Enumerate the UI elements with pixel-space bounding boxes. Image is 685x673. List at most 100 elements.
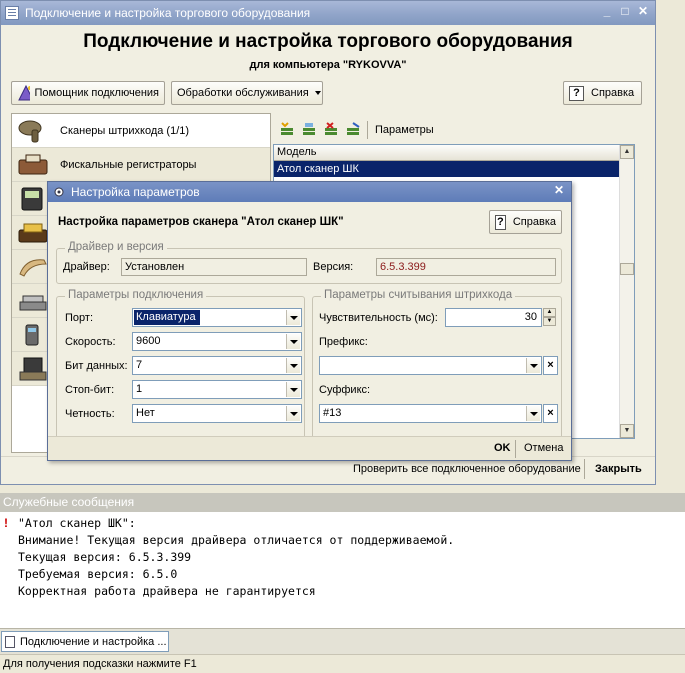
help-icon: ?: [495, 214, 506, 230]
minimize-button[interactable]: _: [599, 5, 615, 20]
suffix-clear-icon[interactable]: ×: [543, 404, 558, 423]
prefix-select[interactable]: [319, 356, 542, 375]
check-all-button[interactable]: Проверить все подключенное оборудование: [353, 463, 581, 475]
message-line: Требуемая версия: 6.5.0: [18, 567, 178, 581]
stopbit-select[interactable]: 1: [132, 380, 302, 399]
dialog-heading: Настройка параметров сканера "Атол скане…: [58, 216, 344, 228]
service-processing-label: Обработки обслуживания: [177, 87, 309, 99]
data-terminal-icon: [21, 187, 43, 210]
connection-wizard-button[interactable]: Помощник подключения: [11, 81, 165, 105]
port-label: Порт:: [65, 312, 93, 324]
chevron-down-icon[interactable]: [286, 334, 300, 349]
stopbit-value: 1: [136, 383, 143, 395]
version-label: Версия:: [313, 261, 354, 273]
help-button[interactable]: ? Справка: [563, 81, 642, 105]
pos-terminal-icon: [19, 357, 47, 380]
device-item-scanners[interactable]: Сканеры штрихкода (1/1): [12, 114, 270, 148]
sensitivity-stepper[interactable]: ▲ ▼: [543, 308, 556, 327]
close-window-button[interactable]: Закрыть: [595, 463, 642, 475]
parity-select[interactable]: Нет: [132, 404, 302, 423]
driver-status-field: Установлен: [121, 258, 307, 276]
service-processing-dropdown[interactable]: Обработки обслуживания: [171, 81, 323, 105]
messages-title: Служебные сообщения: [0, 493, 685, 512]
receipt-printer-icon: [25, 324, 39, 345]
dialog-title: Настройка параметров: [71, 185, 200, 199]
page-subtitle: для компьютера "RYKOVVA": [249, 59, 407, 71]
parity-value: Нет: [136, 407, 155, 419]
device-item-fiscal[interactable]: Фискальные регистраторы: [12, 148, 270, 182]
barcode-scanner-icon: [18, 120, 42, 142]
scroll-thumb[interactable]: [620, 263, 634, 275]
delete-row-icon[interactable]: [323, 122, 339, 138]
scroll-down-icon[interactable]: ▼: [620, 424, 634, 438]
add-row-icon[interactable]: [279, 122, 295, 138]
chevron-down-icon[interactable]: [526, 406, 540, 421]
message-line: Текущая версия: 6.5.3.399: [18, 550, 192, 564]
edit-row-icon[interactable]: [345, 122, 361, 138]
dialog-help-button[interactable]: ? Справка: [489, 210, 562, 234]
sensitivity-label: Чувствительность (мс):: [319, 312, 438, 324]
driver-label: Драйвер:: [63, 261, 110, 273]
taskbar-item[interactable]: Подключение и настройка ...: [1, 631, 169, 652]
column-header-model[interactable]: Модель: [274, 145, 634, 161]
taskbar-item-label: Подключение и настройка ...: [20, 635, 167, 648]
dialog-titlebar[interactable]: Настройка параметров ✕: [48, 182, 571, 202]
message-line: Корректная работа драйвера не гарантируе…: [18, 584, 316, 598]
sensitivity-input[interactable]: 30: [445, 308, 542, 327]
driver-group: Драйвер и версия Драйвер: Установлен Вер…: [56, 241, 562, 284]
spin-down-icon[interactable]: ▼: [543, 317, 556, 326]
dialog-body: Настройка параметров сканера "Атол скане…: [48, 202, 571, 460]
chevron-down-icon: [314, 91, 321, 95]
suffix-select[interactable]: #13: [319, 404, 542, 423]
window-taskbar: Подключение и настройка ...: [0, 628, 685, 654]
port-value: Клавиатура: [134, 310, 200, 325]
chevron-down-icon[interactable]: [286, 406, 300, 421]
maximize-button[interactable]: □: [617, 5, 633, 20]
chevron-down-icon[interactable]: [286, 310, 300, 325]
parameters-button[interactable]: Параметры: [375, 124, 434, 136]
barcode-read-group: Параметры считывания штрихкода Чувствите…: [312, 289, 562, 450]
wizard-wand-icon: [18, 84, 30, 101]
fiscal-printer-icon: [18, 154, 48, 174]
status-bar: Для получения подсказки нажмите F1: [0, 654, 685, 672]
connection-group-title: Параметры подключения: [65, 289, 207, 301]
prefix-clear-icon[interactable]: ×: [543, 356, 558, 375]
message-line: Внимание! Текущая версия драйвера отлича…: [18, 533, 455, 547]
driver-group-title: Драйвер и версия: [65, 241, 167, 253]
settings-gear-icon: [54, 187, 64, 197]
chevron-down-icon[interactable]: [526, 358, 540, 373]
footer-divider: [584, 459, 585, 479]
version-field: 6.5.3.399: [376, 258, 556, 276]
databits-select[interactable]: 7: [132, 356, 302, 375]
chevron-down-icon[interactable]: [286, 358, 300, 373]
table-row[interactable]: Атол сканер ШК: [274, 161, 620, 177]
speed-label: Скорость:: [65, 336, 116, 348]
close-button[interactable]: ✕: [635, 5, 651, 20]
help-icon: ?: [569, 85, 584, 101]
help-label: Справка: [591, 87, 635, 99]
cancel-button[interactable]: Отмена: [524, 442, 563, 454]
copy-row-icon[interactable]: [301, 122, 317, 138]
chevron-down-icon[interactable]: [286, 382, 300, 397]
message-line: "Атол сканер ШК":: [18, 516, 136, 530]
stopbit-label: Стоп-бит:: [65, 384, 115, 396]
spin-up-icon[interactable]: ▲: [543, 308, 556, 317]
main-titlebar[interactable]: Подключение и настройка торгового оборуд…: [1, 1, 655, 25]
port-select[interactable]: Клавиатура: [132, 308, 302, 327]
prefix-value: [321, 358, 323, 373]
barcode-read-group-title: Параметры считывания штрихкода: [321, 289, 516, 301]
settings-dialog: Настройка параметров ✕ Настройка парамет…: [47, 181, 572, 461]
ok-button[interactable]: OK: [494, 442, 511, 454]
scroll-up-icon[interactable]: ▲: [620, 145, 634, 159]
speed-select[interactable]: 9600: [132, 332, 302, 351]
connection-wizard-label: Помощник подключения: [34, 87, 159, 99]
device-item-label: Фискальные регистраторы: [60, 158, 197, 171]
status-hint: Для получения подсказки нажмите F1: [3, 658, 197, 670]
dialog-close-button[interactable]: ✕: [551, 184, 567, 199]
connection-group: Параметры подключения Порт: Клавиатура С…: [56, 289, 305, 450]
toolbar-divider: [367, 121, 368, 139]
warning-icon: !: [4, 516, 8, 530]
table-scrollbar[interactable]: ▲ ▼: [619, 145, 634, 438]
button-divider: [515, 440, 516, 458]
databits-value: 7: [136, 359, 143, 371]
